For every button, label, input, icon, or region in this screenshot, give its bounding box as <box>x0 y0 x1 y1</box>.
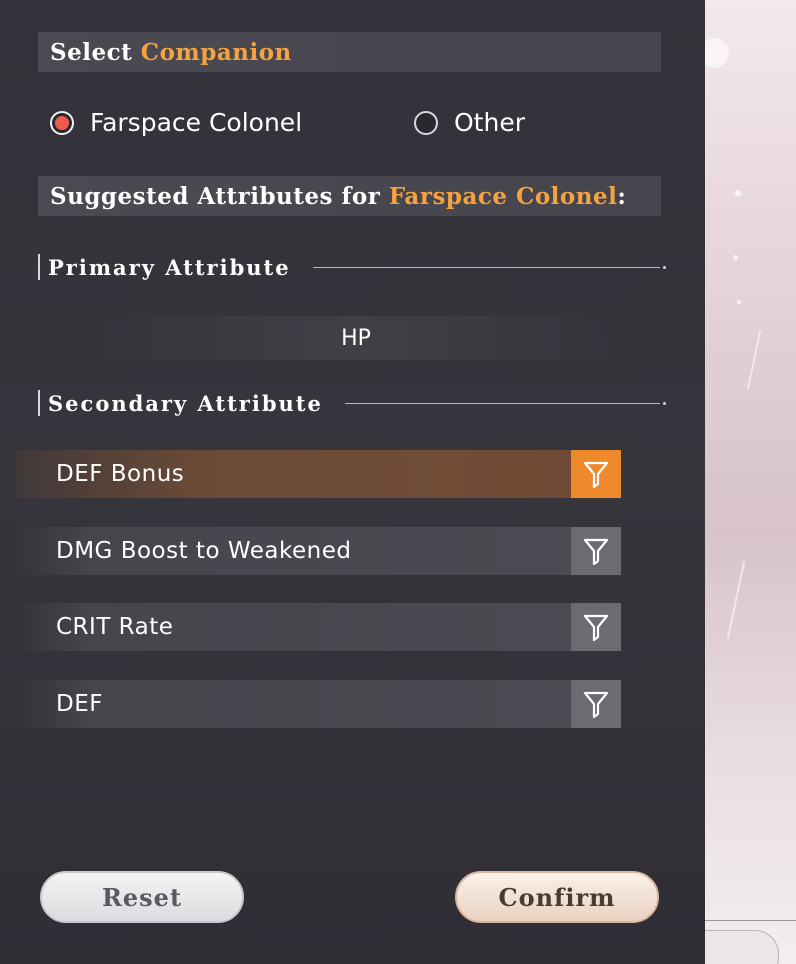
background-app <box>705 0 796 964</box>
background-divider <box>705 920 796 921</box>
suggested-title-suffix: : <box>617 182 627 210</box>
radio-label: Farspace Colonel <box>90 108 303 137</box>
heading-divider <box>344 401 667 405</box>
secondary-item-def-bonus[interactable]: DEF Bonus <box>16 450 621 498</box>
filter-icon[interactable] <box>571 450 621 498</box>
secondary-attribute-heading: Secondary Attribute <box>38 388 667 418</box>
primary-attribute-heading: Primary Attribute <box>38 252 667 282</box>
radio-label: Other <box>454 108 525 137</box>
secondary-attribute-label: Secondary Attribute <box>48 390 323 416</box>
suggested-title-accent: Farspace Colonel <box>388 182 618 210</box>
background-sparkle <box>733 255 738 260</box>
select-companion-title-prefix: Select <box>50 38 133 66</box>
companion-radio-group: Farspace Colonel Other <box>50 108 650 144</box>
reset-button[interactable]: Reset <box>40 871 244 923</box>
primary-attribute-value: HP <box>96 316 616 360</box>
background-streak <box>726 560 746 640</box>
radio-selected-icon <box>50 110 74 135</box>
suggested-attributes-header: Suggested Attributes for Farspace Colone… <box>38 176 661 216</box>
radio-farspace-colonel[interactable]: Farspace Colonel <box>50 108 302 137</box>
secondary-item-label: DMG Boost to Weakened <box>56 538 352 564</box>
companion-dialog: Select Companion Farspace Colonel Other … <box>0 0 705 964</box>
heading-tick <box>38 254 40 280</box>
secondary-item-dmg-boost[interactable]: DMG Boost to Weakened <box>16 527 621 575</box>
secondary-item-crit-rate[interactable]: CRIT Rate <box>16 603 621 651</box>
suggested-title-prefix: Suggested Attributes for <box>50 182 381 210</box>
background-button <box>705 930 779 964</box>
filter-icon[interactable] <box>571 527 621 575</box>
secondary-item-def[interactable]: DEF <box>16 680 621 728</box>
background-sparkle <box>735 190 741 196</box>
select-companion-header: Select Companion <box>38 32 661 72</box>
confirm-button[interactable]: Confirm <box>455 871 659 923</box>
secondary-item-label: DEF Bonus <box>56 461 185 487</box>
radio-other[interactable]: Other <box>414 108 525 137</box>
background-streak <box>746 330 762 390</box>
background-sparkle <box>737 300 741 304</box>
background-badge <box>705 38 729 68</box>
secondary-item-label: DEF <box>56 691 103 717</box>
heading-divider <box>312 265 667 269</box>
heading-tick <box>38 390 40 416</box>
radio-unselected-icon <box>414 110 438 135</box>
select-companion-title-accent: Companion <box>140 38 292 66</box>
primary-attribute-label: Primary Attribute <box>48 254 291 280</box>
filter-icon[interactable] <box>571 603 621 651</box>
filter-icon[interactable] <box>571 680 621 728</box>
secondary-item-label: CRIT Rate <box>56 614 174 640</box>
